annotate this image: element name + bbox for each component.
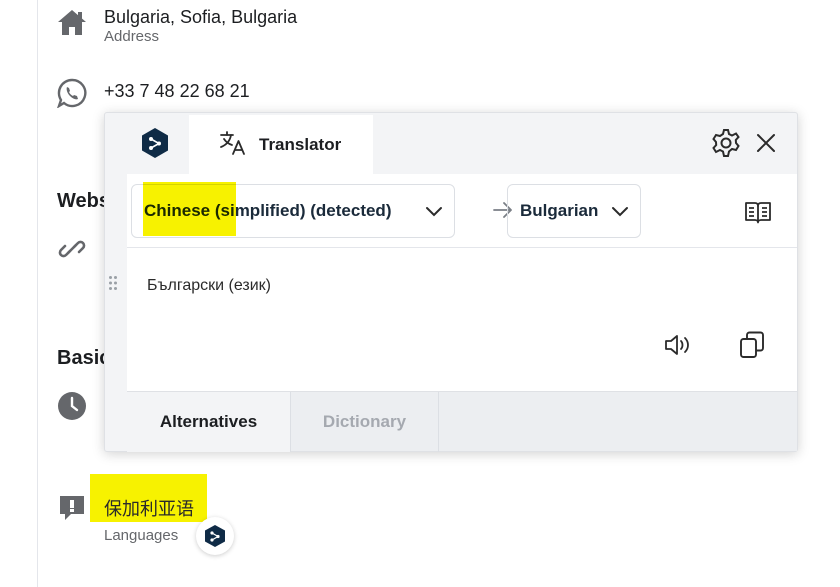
close-icon[interactable]	[750, 127, 782, 159]
clock-icon	[57, 391, 87, 421]
glossary-book-icon[interactable]	[742, 196, 774, 228]
source-language-select[interactable]: Chinese (simplified) (detected)	[131, 184, 455, 238]
tab-alternatives[interactable]: Alternatives	[127, 392, 291, 452]
drag-handle-icon[interactable]	[108, 275, 122, 295]
chevron-down-icon	[424, 202, 444, 227]
languages-value: 保加利亚语	[90, 474, 207, 522]
translator-popup: Translator Chinese (simplified) (detecte…	[104, 112, 798, 452]
copy-icon[interactable]	[736, 329, 768, 361]
address-label: Address	[104, 28, 160, 45]
chevron-down-icon	[610, 202, 630, 227]
tab-translator[interactable]: Translator	[189, 115, 373, 175]
translator-body: Chinese (simplified) (detected) Bulgaria…	[127, 174, 797, 391]
source-language-value: Chinese (simplified) (detected)	[144, 201, 392, 220]
tab-translator-label: Translator	[259, 135, 342, 154]
home-icon	[57, 7, 87, 37]
settings-gear-icon[interactable]	[710, 127, 742, 159]
translator-footer: Alternatives Dictionary	[127, 391, 797, 452]
deepl-logo-icon	[141, 127, 169, 159]
languages-value-text: 保加利亚语	[104, 499, 194, 520]
link-icon	[57, 234, 87, 264]
deepl-floating-button[interactable]	[196, 517, 234, 555]
basic-section-title: Basic	[57, 347, 111, 369]
address-value: Bulgaria, Sofia, Bulgaria	[104, 7, 298, 27]
translate-icon	[219, 130, 247, 161]
speech-bubble-icon	[57, 493, 87, 523]
target-language-value: Bulgarian	[520, 201, 599, 220]
left-divider	[37, 0, 38, 587]
language-selector-row: Chinese (simplified) (detected) Bulgaria…	[127, 174, 797, 248]
source-text[interactable]: Български (език)	[147, 277, 271, 295]
translator-header: Translator	[105, 113, 797, 175]
website-section-title: Webs	[57, 190, 110, 212]
tab-dictionary[interactable]: Dictionary	[291, 392, 439, 452]
languages-label: Languages	[104, 527, 179, 544]
phone-value[interactable]: +33 7 48 22 68 21	[104, 81, 250, 102]
target-language-select[interactable]: Bulgarian	[507, 184, 641, 238]
whatsapp-icon	[57, 78, 87, 108]
speaker-icon[interactable]	[661, 329, 693, 361]
